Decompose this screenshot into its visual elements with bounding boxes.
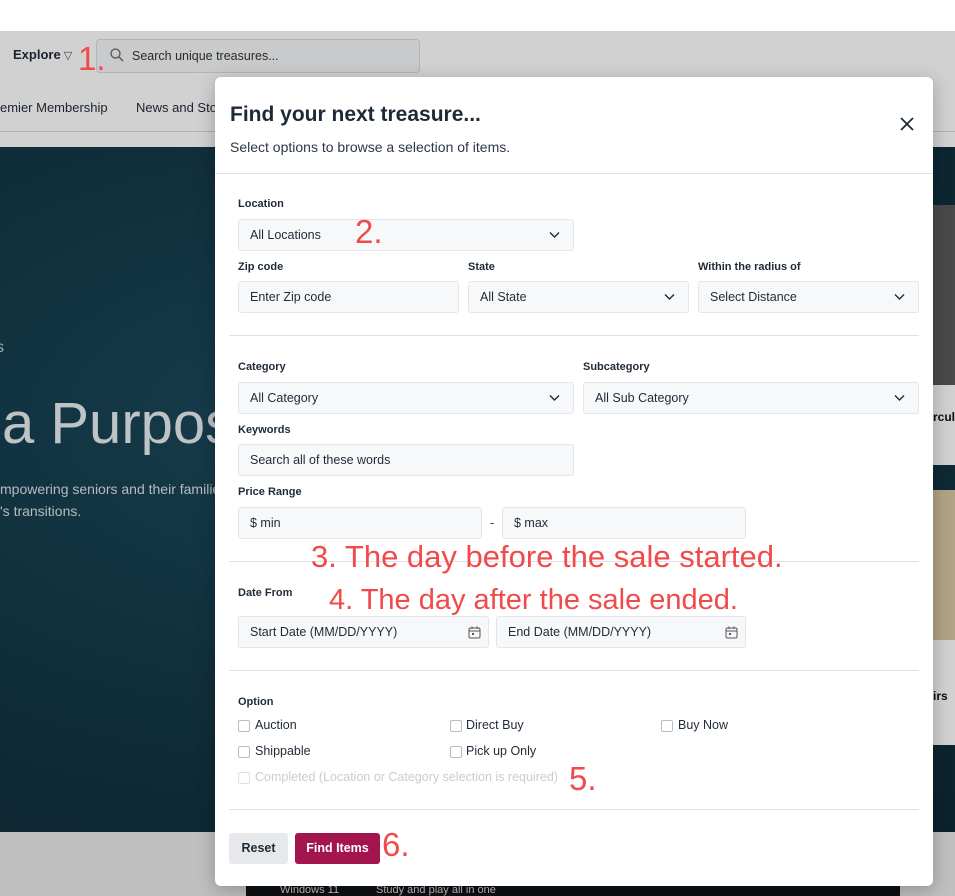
chevron-down-icon (549, 232, 560, 238)
divider-options (229, 809, 919, 810)
price-max-placeholder: $ max (514, 516, 549, 530)
chevron-down-icon (549, 395, 560, 401)
start-date-placeholder: Start Date (MM/DD/YYYY) (250, 625, 398, 639)
zip-input[interactable]: Enter Zip code (238, 281, 459, 313)
buy-now-label[interactable]: Buy Now (678, 718, 728, 732)
category-value: All Category (250, 391, 319, 405)
chevron-down-icon (894, 294, 905, 300)
divider-header (215, 173, 933, 174)
category-select[interactable]: All Category (238, 382, 574, 414)
subcategory-value: All Sub Category (595, 391, 689, 405)
chevron-down-icon (894, 395, 905, 401)
keywords-label: Keywords (238, 424, 291, 436)
end-date-placeholder: End Date (MM/DD/YYYY) (508, 625, 652, 639)
reset-button[interactable]: Reset (229, 833, 288, 864)
price-separator: - (490, 515, 495, 530)
location-label: Location (238, 198, 284, 210)
modal-subtitle: Select options to browse a selection of … (230, 139, 511, 155)
shippable-label[interactable]: Shippable (255, 744, 311, 758)
price-max-input[interactable]: $ max (502, 507, 746, 539)
direct-buy-label[interactable]: Direct Buy (466, 718, 524, 732)
option-label: Option (238, 696, 274, 708)
category-label: Category (238, 361, 286, 373)
date-from-label: Date From (238, 587, 293, 599)
state-value: All State (480, 290, 527, 304)
auction-label[interactable]: Auction (255, 718, 297, 732)
completed-checkbox[interactable] (238, 772, 250, 784)
shippable-checkbox[interactable] (238, 746, 250, 758)
state-select[interactable]: All State (468, 281, 689, 313)
price-min-input[interactable]: $ min (238, 507, 482, 539)
direct-buy-checkbox[interactable] (450, 720, 462, 732)
divider-location (229, 335, 919, 336)
zip-placeholder: Enter Zip code (250, 290, 332, 304)
price-range-label: Price Range (238, 486, 302, 498)
end-date-input[interactable]: End Date (MM/DD/YYYY) (496, 616, 746, 648)
calendar-icon[interactable] (468, 626, 481, 639)
chevron-down-icon (664, 294, 675, 300)
annotation-5: 5. (569, 760, 597, 797)
modal-title: Find your next treasure... (230, 103, 481, 126)
subcategory-label: Subcategory (583, 361, 650, 373)
subcategory-select[interactable]: All Sub Category (583, 382, 919, 414)
zip-label: Zip code (238, 261, 284, 273)
find-items-button[interactable]: Find Items (295, 833, 380, 864)
annotation-6: 6. (382, 826, 410, 863)
annotation-3: 3. The day before the sale started. (311, 539, 783, 574)
close-icon[interactable] (895, 112, 919, 136)
start-date-input[interactable]: Start Date (MM/DD/YYYY) (238, 616, 489, 648)
state-label: State (468, 261, 495, 273)
radius-label: Within the radius of (698, 261, 801, 273)
location-select[interactable]: All Locations (238, 219, 574, 251)
annotation-2: 2. (355, 213, 383, 250)
annotation-4: 4. The day after the sale ended. (329, 584, 738, 616)
calendar-icon[interactable] (725, 626, 738, 639)
pick-up-checkbox[interactable] (450, 746, 462, 758)
location-value: All Locations (250, 228, 321, 242)
radius-value: Select Distance (710, 290, 797, 304)
keywords-input[interactable]: Search all of these words (238, 444, 574, 476)
pick-up-label[interactable]: Pick up Only (466, 744, 536, 758)
price-min-placeholder: $ min (250, 516, 281, 530)
radius-select[interactable]: Select Distance (698, 281, 919, 313)
annotation-1: 1. (78, 40, 106, 77)
auction-checkbox[interactable] (238, 720, 250, 732)
buy-now-checkbox[interactable] (661, 720, 673, 732)
keywords-placeholder: Search all of these words (250, 453, 391, 467)
completed-label: Completed (Location or Category selectio… (255, 770, 558, 784)
divider-date (229, 670, 919, 671)
